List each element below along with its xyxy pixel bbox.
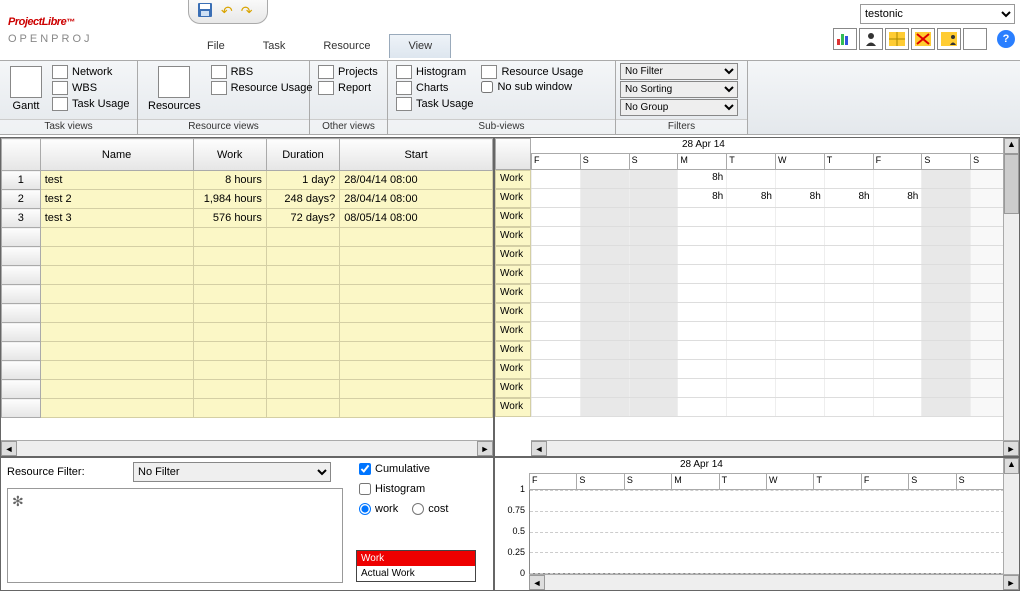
histogram-checkbox[interactable]: Histogram <box>357 482 487 496</box>
network-button[interactable]: Network <box>50 64 131 80</box>
menu-task[interactable]: Task <box>244 34 305 58</box>
grid-delete-icon[interactable] <box>911 28 935 50</box>
logo: ProjectLibre™ OPENPROJ <box>0 0 185 60</box>
col-rownum[interactable] <box>2 139 41 171</box>
h-scrollbar[interactable]: ◄► <box>1 440 493 456</box>
resources-button[interactable]: Resources <box>144 64 205 114</box>
work-row-label: Work <box>495 322 531 341</box>
cumulative-checkbox[interactable]: Cumulative <box>357 462 487 476</box>
group-select[interactable]: No Group <box>620 99 738 116</box>
h-scrollbar[interactable]: ◄► <box>529 574 1019 590</box>
task-usage-button[interactable]: Task Usage <box>50 96 131 112</box>
col-duration[interactable]: Duration <box>266 139 339 171</box>
grid-yellow-icon[interactable] <box>885 28 909 50</box>
resource-filter-pane: Resource Filter: No Filter ✻ Cumulative … <box>0 457 494 591</box>
col-work[interactable]: Work <box>193 139 266 171</box>
projects-button[interactable]: Projects <box>316 64 380 80</box>
wbs-button[interactable]: WBS <box>50 80 131 96</box>
group-label: Sub-views <box>388 119 615 134</box>
work-type-list[interactable]: WorkActual Work <box>356 550 476 582</box>
v-scrollbar[interactable]: ▲ <box>1003 458 1019 574</box>
filter-select[interactable]: No Filter <box>620 63 738 80</box>
cost-radio[interactable]: cost <box>410 502 450 516</box>
project-selector[interactable]: testonic <box>860 4 1015 24</box>
rbs-button[interactable]: RBS <box>209 64 315 80</box>
timeline-pane: WorkWorkWorkWorkWorkWorkWorkWorkWorkWork… <box>494 137 1020 457</box>
work-row-label: Work <box>495 284 531 303</box>
task-usage-sub-button[interactable]: Task Usage <box>394 96 475 112</box>
redo-icon[interactable]: ↷ <box>241 3 253 20</box>
work-row-label: Work <box>495 170 531 189</box>
grid-person-icon[interactable] <box>937 28 961 50</box>
ribbon: Gantt Network WBS Task Usage Task views … <box>0 60 1020 135</box>
chart-icon[interactable] <box>833 28 857 50</box>
menu-resource[interactable]: Resource <box>304 34 389 58</box>
group-label: Filters <box>616 119 747 134</box>
work-row-label: Work <box>495 398 531 417</box>
col-name[interactable]: Name <box>40 139 193 171</box>
resource-filter-select[interactable]: No Filter <box>133 462 331 482</box>
main-menu: File Task Resource View <box>188 34 451 58</box>
chart-canvas <box>529 490 1019 574</box>
undo-icon[interactable]: ↶ <box>221 3 233 20</box>
v-scrollbar[interactable]: ▲ <box>1003 138 1019 440</box>
charts-button[interactable]: Charts <box>394 80 475 96</box>
task-table[interactable]: Name Work Duration Start 1test8 hours1 d… <box>1 138 493 418</box>
save-icon[interactable] <box>197 2 213 21</box>
list-item[interactable]: Work <box>357 551 475 566</box>
group-label: Resource views <box>138 119 309 134</box>
group-label: Other views <box>310 119 387 134</box>
histogram-button[interactable]: Histogram <box>394 64 475 80</box>
table-row[interactable]: 1test8 hours1 day?28/04/14 08:00 <box>2 171 493 190</box>
work-row-label: Work <box>495 246 531 265</box>
report-button[interactable]: Report <box>316 80 380 96</box>
work-row-label: Work <box>495 360 531 379</box>
table-row[interactable]: 2test 21,984 hours248 days?28/04/14 08:0… <box>2 190 493 209</box>
menu-view[interactable]: View <box>389 34 451 58</box>
list-item[interactable]: Actual Work <box>357 566 475 581</box>
gantt-button[interactable]: Gantt <box>6 64 46 114</box>
person-icon[interactable] <box>859 28 883 50</box>
sorting-select[interactable]: No Sorting <box>620 81 738 98</box>
work-row-label: Work <box>495 265 531 284</box>
timeline-date: 28 Apr 14 <box>679 138 728 151</box>
resource-filter-label: Resource Filter: <box>7 466 127 478</box>
table-row[interactable]: 3test 3576 hours72 days?08/05/14 08:00 <box>2 209 493 228</box>
work-row-label: Work <box>495 379 531 398</box>
group-label: Task views <box>0 119 137 134</box>
resource-usage-button[interactable]: Resource Usage <box>209 80 315 96</box>
chart-pane: 28 Apr 14 FSSMTWTFSS 10.750.50.250 ▲ ◄► <box>494 457 1020 591</box>
resource-usage-sub-button[interactable]: Resource Usage <box>479 64 585 80</box>
work-radio[interactable]: work <box>357 502 400 516</box>
blank-icon[interactable] <box>963 28 987 50</box>
no-sub-window-checkbox[interactable]: No sub window <box>479 80 585 94</box>
resource-list[interactable]: ✻ <box>7 488 343 583</box>
work-row-label: Work <box>495 208 531 227</box>
chart-date: 28 Apr 14 <box>677 458 726 471</box>
menu-file[interactable]: File <box>188 34 244 58</box>
work-row-label: Work <box>495 303 531 322</box>
h-scrollbar[interactable]: ◄► <box>531 440 1019 456</box>
quick-access-toolbar: ↶ ↷ <box>188 0 268 24</box>
work-row-label: Work <box>495 189 531 208</box>
help-icon[interactable]: ? <box>997 30 1015 48</box>
work-row-label: Work <box>495 341 531 360</box>
col-start[interactable]: Start <box>340 139 493 171</box>
work-row-label: Work <box>495 227 531 246</box>
task-table-pane: Name Work Duration Start 1test8 hours1 d… <box>0 137 494 457</box>
